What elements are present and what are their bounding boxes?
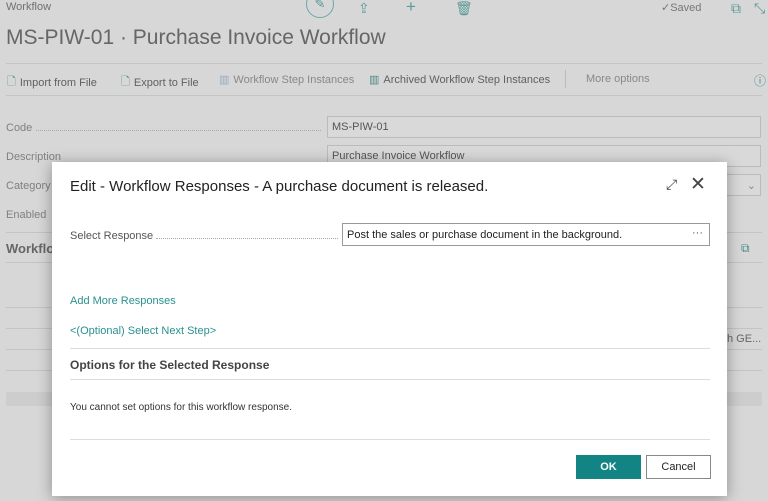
action-label: Import from File [19,76,97,89]
edit-workflow-responses-dialog: Edit - Workflow Responses - A purchase d… [52,162,727,496]
enabled-label: Enabled [6,209,47,221]
share-icon[interactable]: ⇪ [358,0,370,17]
action-label: Export to File [133,76,199,89]
lookup-ellipsis-icon[interactable]: ··· [692,227,703,239]
divider [565,70,566,88]
select-response-value: Post the sales or purchase document in t… [347,229,623,241]
cancel-button[interactable]: Cancel [646,455,711,479]
dialog-title: Edit - Workflow Responses - A purchase d… [70,178,489,195]
new-icon[interactable]: + [406,0,416,17]
archived-workflow-step-instances-button[interactable]: ▥ Archived Workflow Step Instances [369,73,551,87]
divider [70,348,710,349]
divider [70,379,710,380]
action-label: Archived Workflow Step Instances [383,73,551,86]
export-icon: 🗋 [121,76,130,88]
divider [6,95,762,96]
expand-dialog-icon[interactable]: ⤢ [666,176,677,193]
select-response-field[interactable]: Post the sales or purchase document in t… [342,223,710,246]
code-field[interactable]: MS-PIW-01 [327,116,761,138]
breadcrumb: Workflow [6,1,52,13]
ok-button[interactable]: OK [576,455,641,479]
open-new-window-icon[interactable]: ⧉ [731,0,741,17]
table-icon: ▥ [369,74,380,86]
import-icon: 🗋 [7,76,16,88]
saved-status: ✓Saved [661,2,702,14]
expand-icon[interactable]: ⧉ [741,241,750,256]
close-icon[interactable]: ✕ [690,173,706,196]
workflow-step-instances-button[interactable]: ▥ Workflow Step Instances [219,73,355,87]
select-next-step-link[interactable]: <(Optional) Select Next Step> [70,325,216,337]
export-to-file-button[interactable]: 🗋 Export to File [121,73,199,92]
dots [36,130,321,131]
collapse-icon[interactable]: ⤡ [754,0,765,17]
add-more-responses-link[interactable]: Add More Responses [70,295,176,307]
category-label: Category [6,180,51,192]
import-from-file-button[interactable]: 🗋 Import from File [7,73,97,92]
page-title: MS-PIW-01 · Purchase Invoice Workflow [6,26,386,49]
more-options-button[interactable]: More options [586,73,650,85]
dots [156,238,338,239]
action-label: Workflow Step Instances [233,73,355,86]
info-icon[interactable]: ⓘ [754,72,766,89]
divider [70,439,710,440]
delete-icon[interactable]: 🗑 [455,0,473,17]
table-cell: h GE... [727,333,762,345]
select-response-label: Select Response [70,230,154,242]
options-text: You cannot set options for this workflow… [70,402,292,413]
divider [6,63,762,64]
table-icon: ▥ [219,74,230,86]
options-title: Options for the Selected Response [70,358,270,372]
pencil-icon: ✎ [314,0,326,11]
code-label: Code [6,122,33,134]
